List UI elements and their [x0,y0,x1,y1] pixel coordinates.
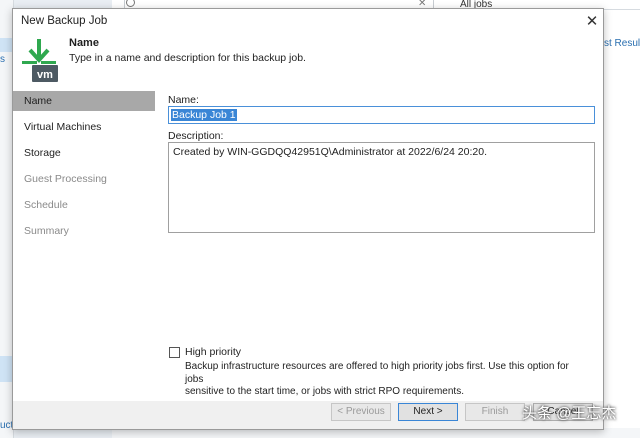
vm-icon: vm [22,39,58,82]
step-description: Type in a name and description for this … [69,52,306,64]
step-item-guest-processing: Guest Processing [24,173,107,185]
next-button[interactable]: Next > [398,403,458,421]
step-item-schedule: Schedule [24,199,68,211]
background-right-panel [604,10,640,438]
high-priority-description-line-1: Backup infrastructure resources are offe… [185,361,569,385]
wizard-steps-nav: Name Virtual Machines Storage Guest Proc… [13,91,155,429]
step-content: Name: Backup Job 1 Description: Created … [155,91,603,401]
step-title: Name [69,37,99,49]
new-backup-job-dialog: New Backup Job ✕ vm Name Type in a name … [12,8,604,430]
step-header: vm Name Type in a name and description f… [13,35,603,91]
description-label: Description: [168,130,224,142]
watermark-text: 头条 @王忘杰 [522,405,617,422]
dialog-title: New Backup Job [21,15,108,27]
previous-button[interactable]: < Previous [331,403,391,421]
step-item-storage[interactable]: Storage [13,143,155,163]
close-icon[interactable]: ✕ [581,11,603,33]
description-textarea[interactable]: Created by WIN-GGDQQ42951Q\Administrator… [168,142,595,233]
background-left-fragment: s [0,54,5,65]
high-priority-description: Backup infrastructure resources are offe… [185,361,585,399]
step-item-name[interactable]: Name [13,91,155,111]
svg-text:vm: vm [37,69,53,81]
step-item-summary: Summary [24,225,69,237]
dialog-titlebar: New Backup Job ✕ [13,9,603,35]
finish-button[interactable]: Finish [465,403,525,421]
high-priority-label[interactable]: High priority [185,346,241,358]
last-result-column-header[interactable]: st Result [604,38,640,49]
high-priority-checkbox[interactable] [169,347,180,358]
job-name-value: Backup Job 1 [171,109,237,121]
job-name-input[interactable]: Backup Job 1 [168,106,595,124]
step-item-virtual-machines[interactable]: Virtual Machines [13,117,155,137]
high-priority-description-line-2: sensitive to the start time, or jobs wit… [185,386,464,397]
dialog-footer: < Previous Next > Finish Cancel [13,401,603,429]
name-label: Name: [168,94,199,106]
